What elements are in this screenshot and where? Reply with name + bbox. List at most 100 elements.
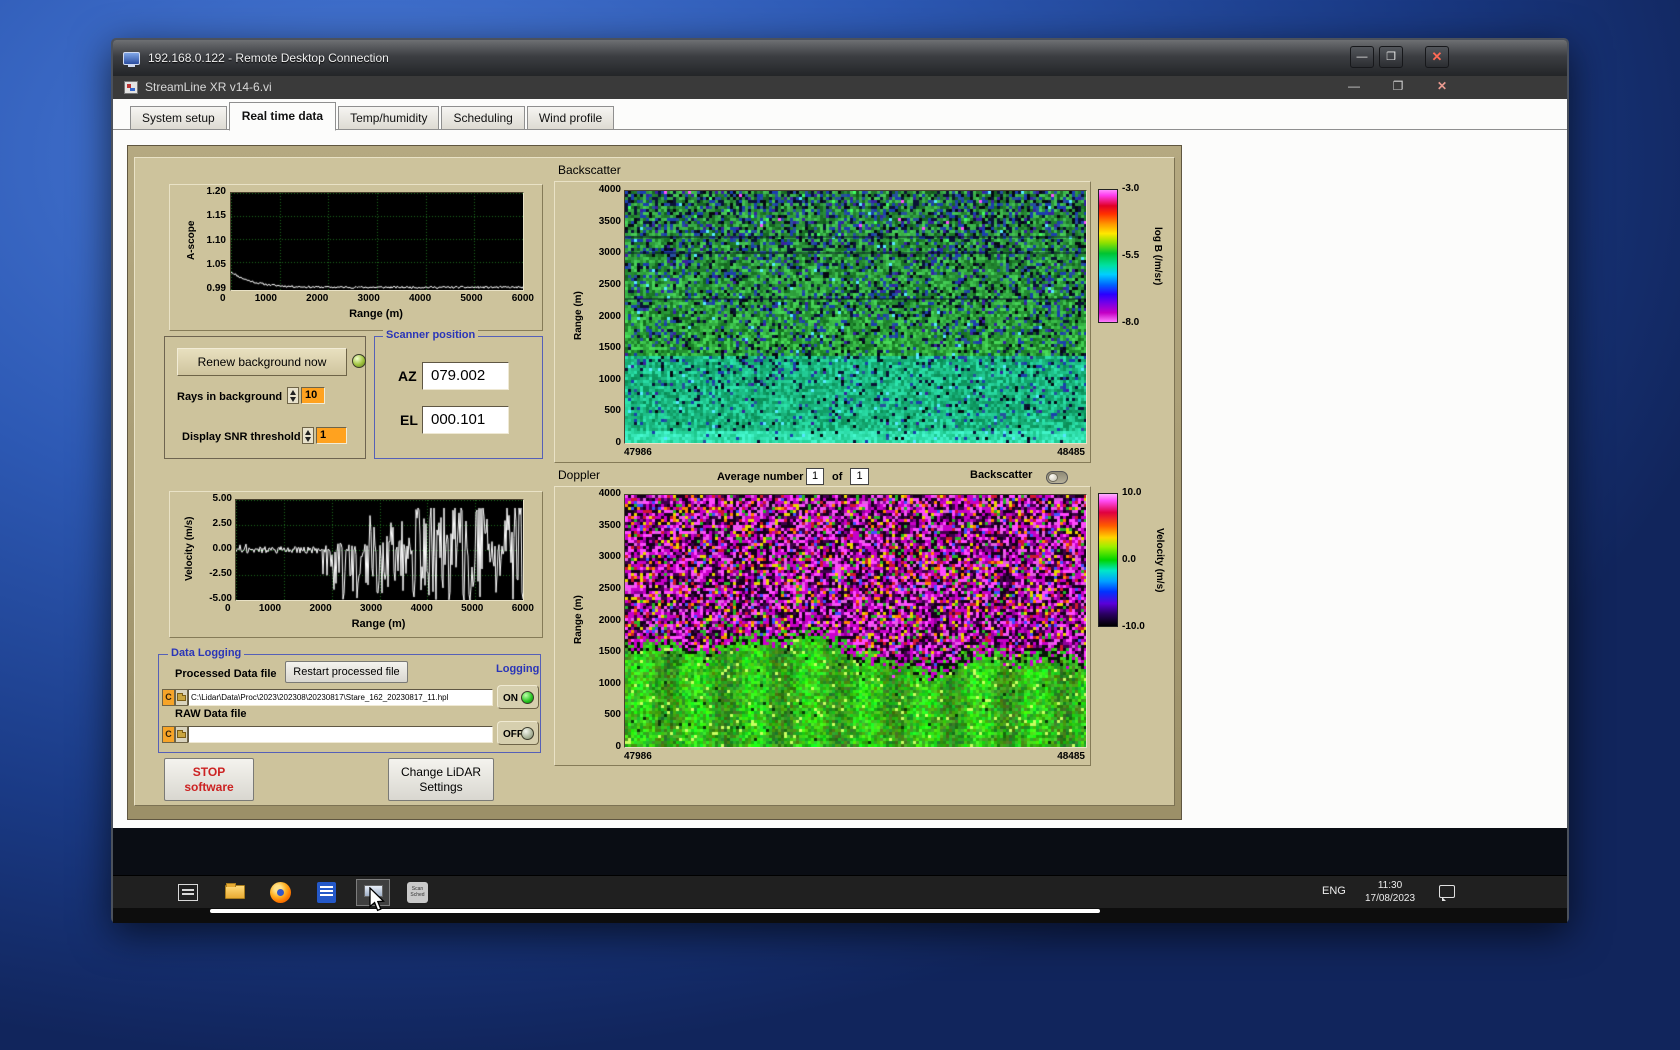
stop-software-button[interactable]: STOP software: [164, 758, 254, 801]
tick-label: -2.50: [209, 568, 232, 579]
scanner-position-group: Scanner position AZ 079.002 EL 000.101: [374, 329, 543, 459]
change-lidar-settings-button[interactable]: Change LiDAR Settings: [388, 758, 494, 801]
change-line2: Settings: [419, 780, 463, 794]
decrement-arrow-icon[interactable]: [305, 437, 311, 442]
processed-browse-folder-icon[interactable]: [175, 689, 188, 706]
task-view-icon[interactable]: [178, 884, 198, 901]
backscatter-plot: [624, 190, 1087, 444]
tick-label: 6000: [511, 603, 534, 614]
rdp-computer-icon: [123, 51, 140, 67]
rdp-titlebar[interactable]: 192.168.0.122 - Remote Desktop Connectio…: [113, 40, 1567, 76]
el-value[interactable]: 000.101: [422, 406, 509, 434]
az-value[interactable]: 079.002: [422, 362, 509, 390]
tick-label: 47986: [624, 751, 652, 762]
rdp-window: 192.168.0.122 - Remote Desktop Connectio…: [111, 38, 1569, 923]
clock-time: 11:30: [1377, 880, 1403, 891]
app-restore-button[interactable]: ❐: [1390, 79, 1406, 93]
tick-label: 500: [604, 405, 621, 417]
rdp-close-button[interactable]: ✕: [1425, 46, 1449, 68]
scan-scheduler-icon[interactable]: Scan Sched: [407, 882, 428, 903]
increment-arrow-icon[interactable]: [305, 430, 311, 435]
main-panel: A-scope 1.20 1.15 1.10 1.05 0.99 0 1000 2000 30…: [127, 145, 1182, 820]
processed-drive-box[interactable]: C: [162, 689, 175, 706]
off-label: OFF: [503, 729, 523, 740]
rays-spinner[interactable]: [287, 387, 299, 404]
firefox-icon[interactable]: [270, 882, 291, 903]
rdp-maximize-button[interactable]: ❐: [1379, 46, 1403, 68]
tick-label: 48485: [1057, 751, 1085, 762]
front-panel: A-scope 1.20 1.15 1.10 1.05 0.99 0 1000 2000 30…: [113, 130, 1567, 828]
tab-temp-humidity[interactable]: Temp/humidity: [338, 106, 440, 130]
tab-wind-profile[interactable]: Wind profile: [526, 106, 615, 130]
ascope-yticks: 1.20 1.15 1.10 1.05 0.99: [194, 187, 226, 294]
backscatter-title: Backscatter: [558, 163, 621, 177]
renew-led: [352, 354, 366, 368]
notification-icon[interactable]: [1439, 885, 1455, 901]
backscatter-colorbar-ticks: -3.0 -5.5 -8.0: [1122, 184, 1150, 328]
tick-label: 2500: [598, 278, 621, 290]
tick-label: 1000: [258, 603, 282, 614]
backscatter-display-toggle[interactable]: [1046, 471, 1068, 484]
backscatter-yticks: 4000 3500 3000 2500 2000 1500 1000 500 0: [587, 185, 621, 448]
app-titlebar[interactable]: StreamLine XR v14-6.vi — ❐ ✕: [113, 76, 1567, 99]
rays-in-background-label: Rays in background: [177, 391, 283, 403]
data-logging-title: Data Logging: [168, 647, 245, 659]
change-line1: Change LiDAR: [400, 765, 482, 779]
tick-label: 3000: [598, 247, 621, 259]
tick-label: 1500: [598, 646, 621, 658]
app-minimize-button[interactable]: —: [1346, 79, 1362, 93]
language-indicator[interactable]: ENG: [1322, 885, 1346, 897]
tick-label: 1000: [254, 293, 277, 304]
ascope-frame: A-scope 1.20 1.15 1.10 1.05 0.99 0 1000 2000 30…: [169, 184, 543, 331]
tab-real-time-data[interactable]: Real time data: [228, 102, 337, 131]
tick-label: 4000: [598, 488, 621, 499]
raw-drive-box[interactable]: C: [162, 726, 175, 743]
tick-label: 0: [220, 293, 226, 304]
snr-value[interactable]: 1: [316, 427, 347, 444]
rdp-title: 192.168.0.122 - Remote Desktop Connectio…: [148, 51, 389, 65]
velocity-plot-canvas: [236, 500, 523, 600]
snr-spinner[interactable]: [302, 427, 314, 444]
raw-browse-folder-icon[interactable]: [175, 726, 188, 743]
restart-processed-file-button[interactable]: Restart processed file: [285, 661, 408, 683]
rdp-horizontal-scrollbar[interactable]: [210, 909, 1100, 913]
tick-label: 4000: [408, 293, 432, 304]
rdp-minimize-button[interactable]: —: [1350, 46, 1374, 68]
logging-on-toggle[interactable]: ON: [497, 685, 539, 709]
backscatter-colorbar: [1098, 189, 1118, 323]
clock[interactable]: 11:30 17/08/2023: [1353, 879, 1427, 905]
velocity-xlabel: Range (m): [351, 618, 406, 630]
doppler-yticks: 4000 3500 3000 2500 2000 1500 1000 500 0: [587, 489, 621, 752]
renew-background-button[interactable]: Renew background now: [177, 348, 347, 376]
clock-date: 17/08/2023: [1364, 893, 1416, 904]
backscatter-xticks: 47986 48485: [624, 448, 1085, 458]
az-label: AZ: [398, 368, 417, 384]
tick-label: 1.15: [206, 210, 226, 222]
tick-label: -8.0: [1122, 317, 1140, 328]
stop-line2: software: [184, 780, 234, 794]
velocity-plot: [235, 499, 524, 601]
snr-threshold-label: Display SNR threshold: [182, 431, 301, 443]
background-controls-group: Renew background now Rays in background …: [164, 336, 366, 459]
document-app-icon[interactable]: [317, 882, 336, 903]
tick-label: 5000: [460, 293, 483, 304]
tick-label: 0: [225, 603, 231, 614]
logging-off-toggle[interactable]: OFF: [497, 721, 539, 745]
tab-system-setup[interactable]: System setup: [130, 106, 227, 130]
tick-label: 1.05: [206, 258, 226, 270]
app-close-button[interactable]: ✕: [1434, 79, 1450, 93]
increment-arrow-icon[interactable]: [290, 390, 296, 395]
rays-value[interactable]: 10: [301, 387, 325, 404]
file-explorer-icon[interactable]: [225, 883, 245, 899]
average-total-value[interactable]: 1: [850, 468, 869, 485]
tick-label: 0: [615, 437, 621, 448]
tick-label: -10.0: [1122, 621, 1145, 632]
processed-path-field[interactable]: C:\Lidar\Data\Proc\2023\202308\20230817\…: [188, 689, 493, 706]
tab-scheduling[interactable]: Scheduling: [441, 106, 525, 130]
ascope-plot: [230, 192, 524, 291]
raw-path-field[interactable]: [188, 726, 493, 743]
average-number-value[interactable]: 1: [806, 468, 824, 485]
doppler-colorbar-label: Velocity (m/s): [1154, 527, 1165, 593]
decrement-arrow-icon[interactable]: [290, 397, 296, 402]
desktop: { "rdp": { "title": "192.168.0.122 - Rem…: [0, 0, 1680, 1050]
